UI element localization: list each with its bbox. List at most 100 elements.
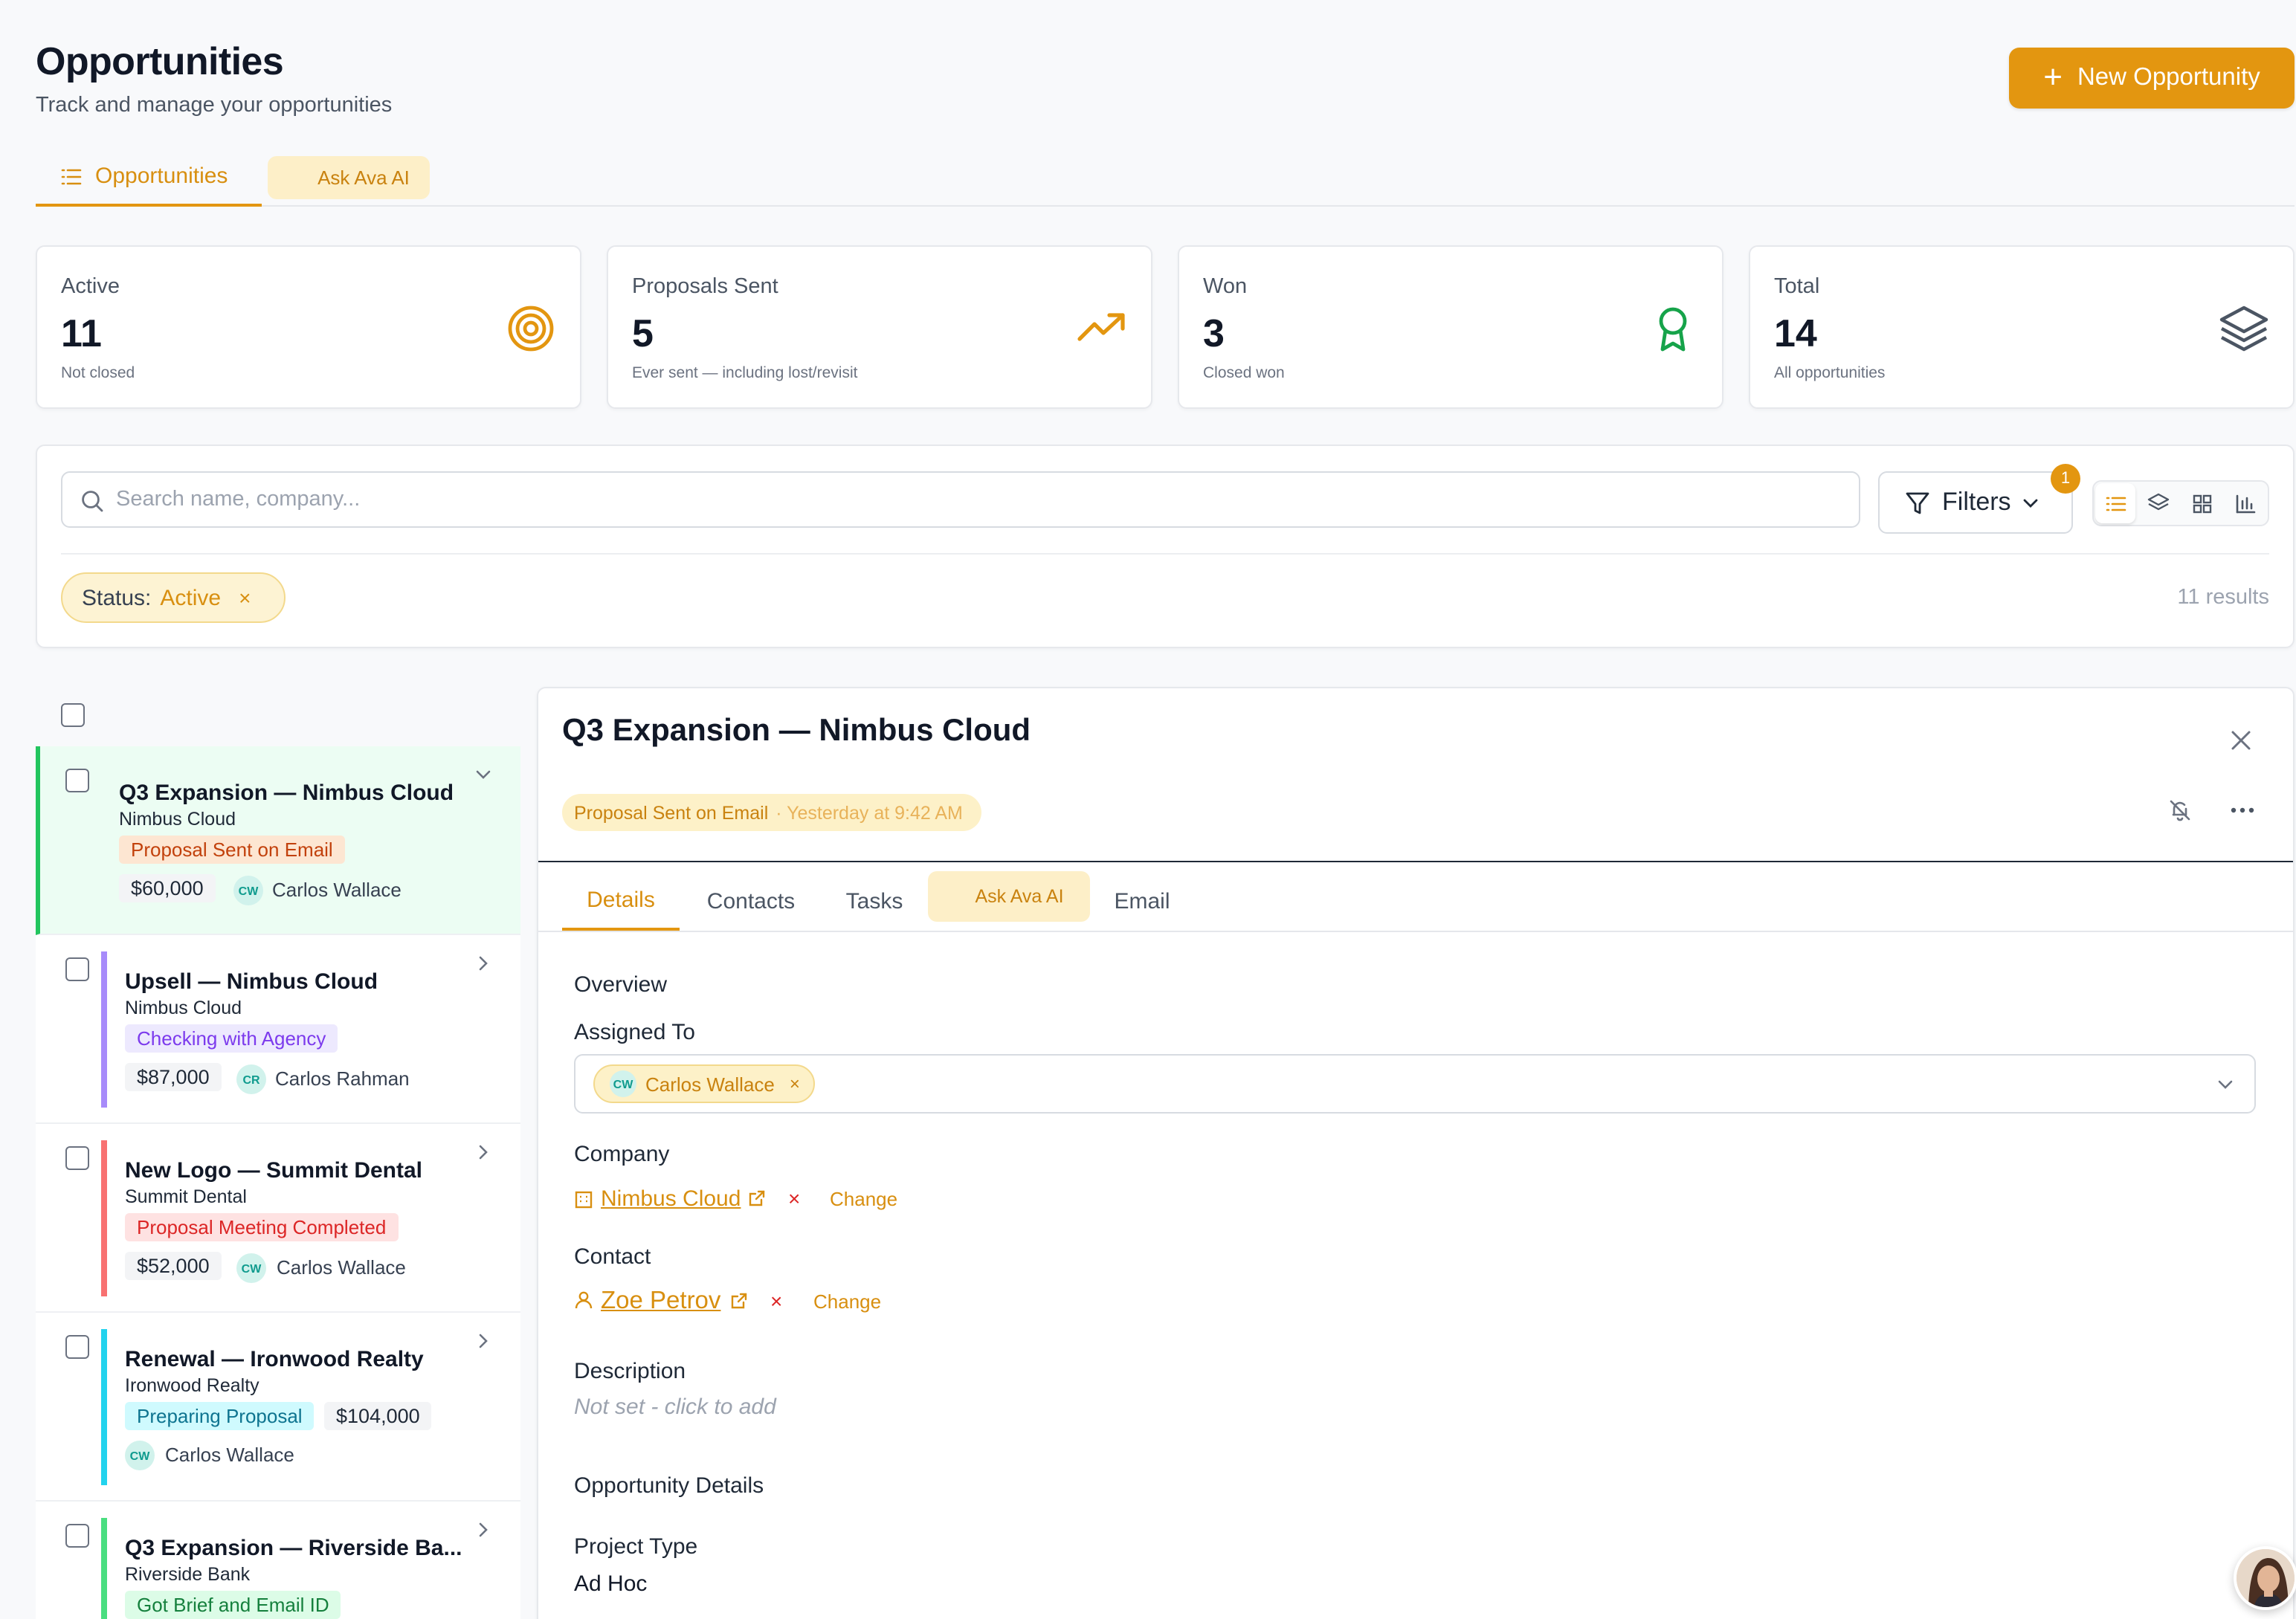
layers-icon	[2219, 306, 2268, 352]
status-filter-chip[interactable]: Status: Active ×	[61, 572, 286, 623]
avatar: CR	[236, 1064, 266, 1094]
trending-up-icon	[1077, 313, 1125, 341]
assistant-portrait	[2237, 1549, 2295, 1607]
row-checkbox[interactable]	[65, 1335, 89, 1359]
company-link[interactable]: Nimbus Cloud	[601, 1186, 741, 1212]
list-icon	[61, 168, 82, 184]
change-company-button[interactable]: Change	[830, 1188, 897, 1210]
stat-card-won: Won 3 Closed won	[1178, 245, 1723, 409]
view-list-button[interactable]	[2095, 483, 2135, 523]
view-chart-button[interactable]	[2225, 483, 2265, 523]
tab-details[interactable]: Details	[562, 871, 680, 931]
close-icon[interactable]	[2231, 730, 2251, 751]
close-icon[interactable]: ×	[239, 586, 251, 610]
list-item-amount: $60,000	[119, 874, 216, 902]
stat-label: Total	[1774, 275, 1820, 299]
detail-status-time: · Yesterday at 9:42 AM	[775, 802, 963, 823]
target-icon	[508, 306, 554, 352]
filters-label: Filters	[1942, 488, 2011, 516]
row-checkbox[interactable]	[65, 1146, 89, 1170]
bar-chart-icon	[2235, 494, 2255, 513]
page-title: Opportunities	[36, 39, 284, 83]
assistant-avatar[interactable]	[2234, 1546, 2296, 1610]
results-count: 11 results	[2177, 586, 2269, 610]
stat-sub: Not closed	[61, 364, 135, 382]
company-label: Company	[574, 1142, 670, 1167]
stat-value: 14	[1774, 311, 1817, 355]
detail-status-badge: Proposal Sent on Email · Yesterday at 9:…	[562, 794, 981, 831]
list-item-company: Nimbus Cloud	[119, 809, 236, 830]
detail-status: Proposal Sent on Email	[574, 802, 769, 823]
list-item-title: Q3 Expansion — Nimbus Cloud	[119, 781, 454, 806]
tab-tasks[interactable]: Tasks	[833, 871, 916, 931]
list-item-owner: Carlos Wallace	[272, 879, 402, 901]
chevron-right-icon[interactable]	[474, 1332, 492, 1350]
stage-badge: Checking with Agency	[125, 1024, 338, 1053]
contact-label: Contact	[574, 1244, 651, 1270]
avatar: CW	[236, 1253, 266, 1283]
chevron-down-icon[interactable]	[2217, 1076, 2234, 1093]
tab-email[interactable]: Email	[1100, 871, 1184, 931]
project-type-value[interactable]: Ad Hoc	[574, 1571, 647, 1597]
assigned-to-select[interactable]	[574, 1054, 2256, 1114]
list-item-company: Riverside Bank	[125, 1564, 251, 1585]
assignee-chip[interactable]: CW Carlos Wallace ×	[593, 1064, 815, 1103]
close-icon[interactable]: ×	[790, 1073, 800, 1094]
status-chip-label: Status:	[82, 585, 152, 610]
list-item-amount: $52,000	[125, 1252, 222, 1280]
detail-tabs-divider	[538, 931, 2293, 932]
tab-opportunities[interactable]: Opportunities	[36, 149, 262, 207]
row-checkbox[interactable]	[65, 957, 89, 981]
filters-button[interactable]: Filters	[1878, 471, 2073, 534]
stat-sub: All opportunities	[1774, 364, 1886, 382]
chevron-right-icon[interactable]	[474, 954, 492, 972]
search-icon	[82, 491, 103, 512]
remove-contact-icon[interactable]: ×	[770, 1289, 782, 1313]
external-link-icon[interactable]	[748, 1189, 766, 1207]
chevron-down-icon[interactable]	[474, 766, 492, 783]
chevron-right-icon[interactable]	[474, 1521, 492, 1539]
stat-card-total: Total 14 All opportunities	[1749, 245, 2295, 409]
tab-ask-ava[interactable]: Ask Ava AI	[928, 871, 1090, 922]
overview-heading: Overview	[574, 972, 668, 998]
more-icon[interactable]	[2229, 806, 2256, 815]
view-stack-button[interactable]	[2138, 483, 2179, 523]
status-chip-value: Active	[160, 585, 222, 610]
view-grid-button[interactable]	[2181, 483, 2222, 523]
list-item-company: Ironwood Realty	[125, 1375, 259, 1396]
assignee-name: Carlos Wallace	[645, 1073, 775, 1095]
change-contact-button[interactable]: Change	[813, 1290, 881, 1313]
stage-badge: Proposal Meeting Completed	[125, 1213, 399, 1241]
search-input[interactable]	[116, 473, 1841, 526]
description-label: Description	[574, 1359, 686, 1384]
select-all-checkbox[interactable]	[61, 703, 85, 727]
stat-sub: Ever sent — including lost/revisit	[632, 364, 858, 382]
tab-contacts[interactable]: Contacts	[684, 871, 818, 931]
new-opportunity-label: New Opportunity	[2077, 64, 2260, 91]
row-checkbox[interactable]	[65, 1524, 89, 1548]
tab-opportunities-label: Opportunities	[95, 164, 228, 189]
user-icon	[575, 1291, 593, 1309]
layers-icon	[2147, 493, 2170, 511]
chevron-right-icon[interactable]	[474, 1143, 492, 1161]
remove-company-icon[interactable]: ×	[788, 1186, 800, 1210]
bell-off-icon[interactable]	[2168, 798, 2192, 822]
grid-icon	[2192, 494, 2211, 513]
stat-label: Won	[1203, 275, 1248, 299]
assigned-to-label: Assigned To	[574, 1020, 695, 1045]
new-opportunity-button[interactable]: + New Opportunity	[2009, 48, 2295, 109]
filter-divider	[61, 553, 2269, 555]
detail-header-divider	[538, 861, 2293, 862]
external-link-icon[interactable]	[730, 1292, 748, 1310]
row-checkbox[interactable]	[65, 769, 89, 792]
description-field[interactable]: Not set - click to add	[574, 1395, 776, 1420]
stat-card-active: Active 11 Not closed	[36, 245, 581, 409]
contact-link[interactable]: Zoe Petrov	[601, 1287, 720, 1316]
list-item-title: Q3 Expansion — Riverside Ba...	[125, 1536, 462, 1561]
list-item-owner: Carlos Wallace	[277, 1256, 406, 1279]
list-item-company: Summit Dental	[125, 1186, 247, 1207]
tab-ask-ava[interactable]: Ask Ava AI	[268, 156, 430, 199]
stat-label: Proposals Sent	[632, 275, 778, 299]
avatar: CW	[233, 876, 263, 905]
building-icon	[575, 1191, 593, 1209]
